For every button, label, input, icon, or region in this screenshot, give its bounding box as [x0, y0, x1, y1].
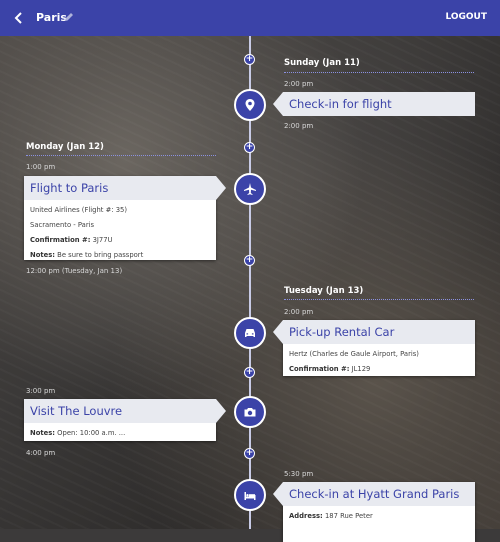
airplane-icon — [244, 183, 256, 195]
event-node[interactable] — [234, 396, 266, 428]
notes-label: Notes: — [30, 251, 55, 259]
notes-label: Notes: — [30, 429, 55, 437]
event-node[interactable] — [234, 89, 266, 121]
event-title-rental[interactable]: Pick-up Rental Car — [273, 320, 475, 344]
day-divider — [26, 155, 216, 156]
event-node[interactable] — [234, 479, 266, 511]
flight-details: United Airlines (Flight #: 35) Sacrament… — [30, 206, 143, 266]
add-event-button[interactable]: + — [244, 142, 255, 153]
event-title-checkin-flight[interactable]: Check-in for flight — [273, 92, 475, 116]
bed-icon — [244, 492, 256, 500]
event-start-time: 2:00 pm — [284, 80, 314, 88]
add-event-button[interactable]: + — [244, 448, 255, 459]
day-divider — [284, 72, 474, 73]
confirmation-label: Confirmation #: — [289, 365, 350, 373]
event-node[interactable] — [234, 173, 266, 205]
louvre-details: Notes: Open: 10:00 a.m. ... — [30, 429, 125, 444]
add-event-button[interactable]: + — [244, 54, 255, 65]
camera-icon — [244, 408, 256, 417]
add-event-button[interactable]: + — [244, 367, 255, 378]
top-bar: Paris LOGOUT — [0, 0, 500, 36]
rental-details: Hertz (Charles de Gaule Airport, Paris) … — [289, 350, 419, 380]
notes-value: Be sure to bring passport — [57, 251, 144, 259]
map-pin-icon — [245, 99, 255, 111]
day-heading: Monday (Jan 12) — [26, 142, 104, 152]
event-title-flight[interactable]: Flight to Paris — [24, 176, 226, 200]
logout-button[interactable]: LOGOUT — [445, 12, 487, 22]
day-divider — [284, 299, 474, 300]
hotel-details: Address: 187 Rue Peter — [289, 512, 373, 527]
day-heading: Tuesday (Jan 13) — [284, 286, 364, 296]
event-node[interactable] — [234, 317, 266, 349]
add-event-button[interactable]: + — [244, 255, 255, 266]
company-text: Hertz (Charles de Gaule Airport, Paris) — [289, 350, 419, 358]
confirmation-label: Confirmation #: — [30, 236, 91, 244]
notes-value: Open: 10:00 a.m. ... — [57, 429, 126, 437]
edit-pencil-icon[interactable] — [63, 11, 75, 23]
confirmation-value: 3J77U — [92, 236, 113, 244]
event-end-time: 2:00 pm — [284, 122, 314, 130]
airline-text: United Airlines (Flight #: 35) — [30, 206, 128, 214]
address-value: 187 Rue Peter — [324, 512, 373, 520]
back-icon[interactable] — [12, 10, 26, 26]
car-icon — [245, 329, 255, 337]
event-end-time: 12:00 pm (Tuesday, Jan 13) — [26, 267, 123, 275]
route-text: Sacramento - Paris — [30, 221, 95, 229]
event-title-louvre[interactable]: Visit The Louvre — [24, 399, 226, 423]
day-heading: Sunday (Jan 11) — [284, 58, 360, 68]
confirmation-value: JL129 — [351, 365, 371, 373]
address-label: Address: — [289, 512, 323, 520]
event-start-time: 3:00 pm — [26, 387, 56, 395]
event-start-time: 5:30 pm — [284, 470, 314, 478]
event-start-time: 1:00 pm — [26, 163, 56, 171]
event-title-hotel[interactable]: Check-in at Hyatt Grand Paris — [273, 482, 475, 506]
event-end-time: 4:00 pm — [26, 449, 56, 457]
event-start-time: 2:00 pm — [284, 308, 314, 316]
